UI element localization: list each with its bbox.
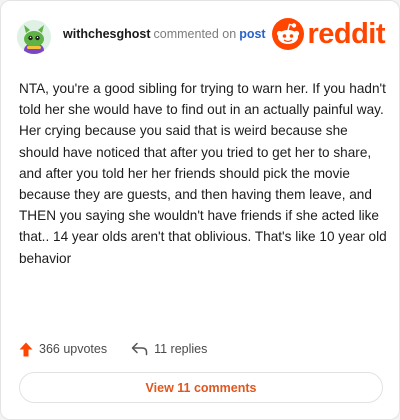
reply-arrow-icon xyxy=(131,342,148,356)
avatar[interactable] xyxy=(17,20,51,54)
logo-wordmark: reddit xyxy=(307,17,385,50)
reddit-logo[interactable]: reddit xyxy=(272,17,385,51)
upvotes-count: 366 upvotes xyxy=(39,342,108,356)
username[interactable]: withchesghost xyxy=(63,27,151,41)
reddit-snoo-icon xyxy=(272,18,305,50)
comment-header: withchesghost commented on post reddit xyxy=(15,15,385,55)
action-text: commented on xyxy=(153,27,237,41)
comment-card: withchesghost commented on post reddit NTA… xyxy=(0,0,400,420)
comment-body: NTA, you're a good sibling for trying to… xyxy=(19,81,387,266)
replies-count: 11 replies xyxy=(154,342,208,356)
view-comments-button[interactable]: View 11 comments xyxy=(19,372,383,403)
upvotes-stat[interactable]: 366 upvotes xyxy=(19,342,107,357)
post-link[interactable]: post xyxy=(239,27,265,41)
comment-meta: withchesghost commented on post xyxy=(63,27,266,41)
comment-stats: 366 upvotes 11 replies xyxy=(19,339,207,359)
snoo-avatar-icon xyxy=(17,20,51,54)
replies-stat[interactable]: 11 replies xyxy=(131,342,207,356)
upvote-arrow-icon xyxy=(19,342,33,356)
